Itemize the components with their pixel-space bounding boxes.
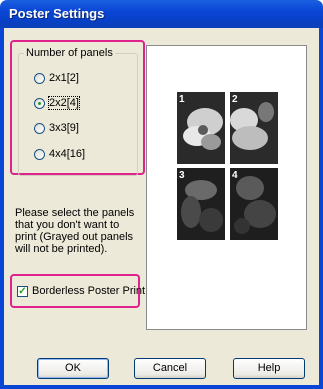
radio-label: 4x4[16] [49, 148, 86, 160]
ok-button-label: OK [65, 362, 81, 374]
radio-button-selected[interactable] [34, 97, 45, 109]
borderless-checkbox[interactable]: ✓ [17, 285, 28, 297]
panels-group-label: Number of panels [24, 47, 115, 59]
borderless-checkbox-row[interactable]: ✓ Borderless Poster Print [17, 285, 145, 297]
panel-number: 1 [179, 94, 185, 105]
preview-panel-3[interactable]: 3 [177, 168, 225, 240]
radio-button[interactable] [34, 148, 45, 160]
radio-3x3[interactable]: 3x3[9] [34, 120, 79, 136]
window-frame-bottom [0, 385, 323, 389]
panel-number: 3 [179, 170, 185, 181]
window-title: Poster Settings [9, 6, 105, 21]
help-button-label: Help [257, 362, 281, 374]
radio-4x4[interactable]: 4x4[16] [34, 146, 85, 162]
window-frame-right [319, 28, 323, 389]
radio-label: 2x2[4] [48, 96, 80, 110]
panel-number: 4 [232, 170, 238, 181]
poster-preview: 1 2 3 4 [146, 45, 307, 330]
cancel-button-label: Cancel [152, 362, 188, 374]
preview-panel-4[interactable]: 4 [230, 168, 278, 240]
preview-panel-2[interactable]: 2 [230, 92, 278, 164]
radio-label: 3x3[9] [49, 122, 79, 134]
borderless-label: Borderless Poster Print [32, 285, 146, 297]
radio-label: 2x1[2] [49, 72, 79, 84]
preview-panel-1[interactable]: 1 [177, 92, 225, 164]
hint-text: Please select the panels that you don't … [15, 207, 135, 255]
help-button[interactable]: Help [233, 358, 305, 379]
cancel-button[interactable]: Cancel [134, 358, 206, 379]
radio-2x2[interactable]: 2x2[4] [34, 95, 80, 111]
radio-button[interactable] [34, 122, 45, 134]
radio-2x1[interactable]: 2x1[2] [34, 70, 79, 86]
radio-button[interactable] [34, 72, 45, 84]
panel-number: 2 [232, 94, 238, 105]
title-bar[interactable]: Poster Settings [0, 0, 323, 28]
ok-button[interactable]: OK [37, 358, 109, 379]
